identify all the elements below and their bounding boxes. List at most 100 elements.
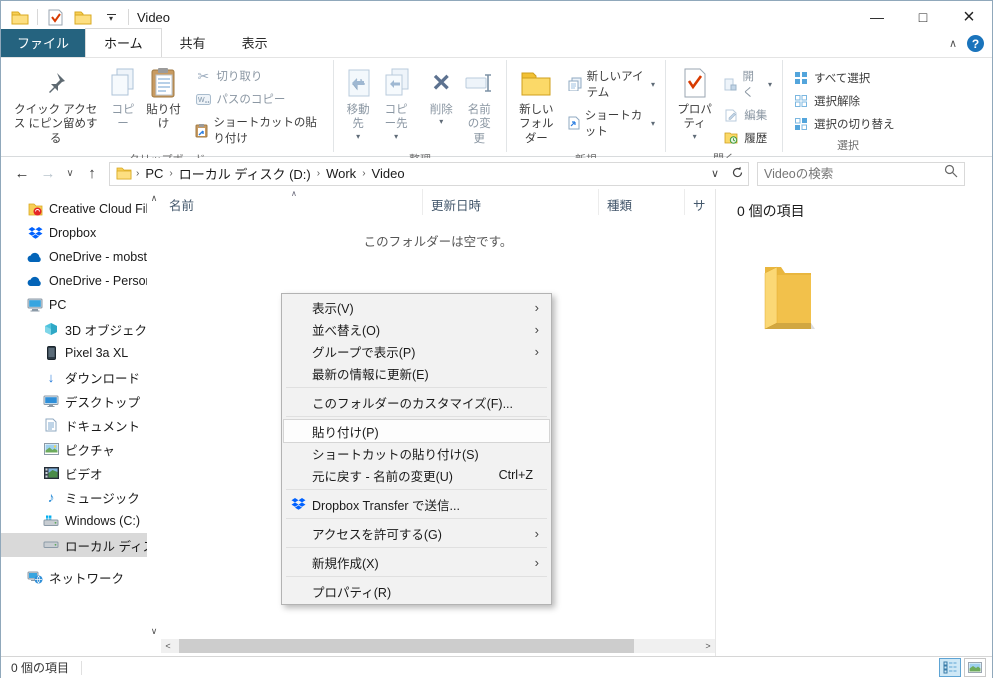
invert-selection-button[interactable]: 選択の切り替え xyxy=(789,114,899,134)
collapse-ribbon-button[interactable]: ∧ xyxy=(949,37,957,50)
menu-item-group-by[interactable]: グループで表示(P) › xyxy=(284,340,549,362)
menu-item-view[interactable]: 表示(V) › xyxy=(284,296,549,318)
breadcrumb-drive-d[interactable]: ローカル ディスク (D:) xyxy=(175,164,315,183)
column-size[interactable]: サ xyxy=(685,189,715,215)
tab-view[interactable]: 表示 xyxy=(224,29,286,57)
menu-item-paste[interactable]: 貼り付け(P) xyxy=(284,420,549,442)
scroll-up-icon[interactable]: ∧ xyxy=(147,191,161,205)
scroll-right-icon[interactable]: > xyxy=(701,641,715,651)
search-box[interactable] xyxy=(757,162,965,186)
edit-button[interactable]: 編集 xyxy=(719,105,776,125)
menu-item-refresh[interactable]: 最新の情報に更新(E) xyxy=(284,362,549,384)
menu-item-properties[interactable]: プロパティ(R) xyxy=(284,580,549,602)
large-icons-view-button[interactable] xyxy=(964,658,986,677)
search-input[interactable] xyxy=(764,167,944,181)
menu-item-sort-by[interactable]: 並べ替え(O) › xyxy=(284,318,549,340)
delete-button[interactable]: × 削除 ▾ xyxy=(424,62,458,129)
sidebar-item-music[interactable]: ♪ ミュージック xyxy=(1,485,147,509)
address-dropdown-button[interactable]: ∨ xyxy=(704,167,726,180)
preview-item-count: 0 個の項目 xyxy=(737,201,805,221)
sidebar-item-drive-c[interactable]: Windows (C:) xyxy=(1,509,147,533)
sidebar-item-desktop[interactable]: デスクトップ xyxy=(1,389,147,413)
sidebar-item-pictures[interactable]: ピクチャ xyxy=(1,437,147,461)
scrollbar-track[interactable] xyxy=(175,639,701,653)
recent-locations-dropdown[interactable]: ∨ xyxy=(61,168,79,179)
horizontal-scrollbar[interactable]: < > xyxy=(161,639,715,653)
column-type[interactable]: 種類 xyxy=(599,189,685,215)
new-shortcut-button[interactable]: ショートカット ▾ xyxy=(564,105,659,141)
sidebar-item-3d-objects[interactable]: 3D オブジェクト xyxy=(1,317,147,341)
copy-to-button[interactable]: コピー先 ▾ xyxy=(376,62,416,144)
sidebar-item-downloads[interactable]: ↓ ダウンロード xyxy=(1,365,147,389)
open-button[interactable]: 開く ▾ xyxy=(719,66,776,102)
history-button[interactable]: 履歴 xyxy=(719,128,776,148)
scroll-left-icon[interactable]: < xyxy=(161,641,175,651)
pin-to-quick-access-button[interactable]: クイック アクセス にピン留めする xyxy=(7,62,104,149)
menu-item-customize-folder[interactable]: このフォルダーのカスタマイズ(F)... xyxy=(284,391,549,413)
sidebar-item-creative-cloud[interactable]: Creative Cloud File xyxy=(1,197,147,221)
close-button[interactable]: × xyxy=(946,1,992,33)
menu-item-paste-shortcut[interactable]: ショートカットの貼り付け(S) xyxy=(284,442,549,464)
menu-item-new[interactable]: 新規作成(X) › xyxy=(284,551,549,573)
sidebar-scrollbar[interactable]: ∧ ∨ xyxy=(147,189,161,656)
sidebar-item-onedrive-personal[interactable]: OneDrive - Person xyxy=(1,269,147,293)
scrollbar-thumb[interactable] xyxy=(179,639,634,653)
menu-label: ショートカットの貼り付け(S) xyxy=(312,444,479,463)
tab-share[interactable]: 共有 xyxy=(162,29,224,57)
open-icon xyxy=(723,76,737,92)
sidebar-item-pc[interactable]: PC xyxy=(1,293,147,317)
sidebar-item-label: 3D オブジェクト xyxy=(65,320,147,339)
new-folder-button[interactable]: 新しいフォルダー xyxy=(513,62,560,149)
move-to-button[interactable]: 移動先 ▾ xyxy=(340,62,376,144)
sidebar-item-drive-d[interactable]: ローカル ディスク (D xyxy=(1,533,147,557)
menu-item-dropbox-transfer[interactable]: Dropbox Transfer で送信... xyxy=(284,493,549,515)
3d-cube-icon xyxy=(43,321,59,337)
menu-item-give-access[interactable]: アクセスを許可する(G) › xyxy=(284,522,549,544)
divider xyxy=(81,661,82,675)
tab-file[interactable]: ファイル xyxy=(1,29,85,57)
sidebar-item-onedrive-business[interactable]: OneDrive - mobst xyxy=(1,245,147,269)
details-view-button[interactable] xyxy=(939,658,961,677)
menu-label: 最新の情報に更新(E) xyxy=(312,364,429,383)
menu-label: このフォルダーのカスタマイズ(F)... xyxy=(312,393,513,412)
properties-button[interactable]: プロパティ ▾ xyxy=(672,62,717,144)
help-button[interactable]: ? xyxy=(967,35,984,52)
column-name[interactable]: ∧ 名前 xyxy=(161,189,423,215)
select-none-button[interactable]: 選択解除 xyxy=(789,91,899,111)
breadcrumb-pc[interactable]: PC xyxy=(141,166,167,181)
qat-properties-button[interactable] xyxy=(44,6,66,28)
qat-new-folder-button[interactable] xyxy=(72,6,94,28)
sidebar-item-dropbox[interactable]: Dropbox xyxy=(1,221,147,245)
sidebar-item-network[interactable]: ネットワーク xyxy=(1,565,147,589)
select-all-button[interactable]: すべて選択 xyxy=(789,68,899,88)
tab-home[interactable]: ホーム xyxy=(85,28,162,57)
paste-button[interactable]: 貼り付け xyxy=(142,62,186,135)
breadcrumb-work[interactable]: Work xyxy=(322,166,360,181)
qat-customize-dropdown[interactable]: ▾ xyxy=(100,6,122,28)
back-button[interactable]: ← xyxy=(9,165,35,182)
rename-button[interactable]: 名前の変更 xyxy=(458,62,500,149)
minimize-button[interactable]: — xyxy=(854,1,900,33)
cut-button[interactable]: ✂ 切り取り xyxy=(191,66,327,86)
up-button[interactable]: ↑ xyxy=(79,165,105,182)
copy-button[interactable]: コピー xyxy=(104,62,141,135)
menu-separator xyxy=(286,489,547,490)
maximize-button[interactable]: □ xyxy=(900,1,946,33)
copy-path-icon: W xyxy=(195,91,211,107)
menu-item-undo-rename[interactable]: 元に戻す - 名前の変更(U) Ctrl+Z xyxy=(284,464,549,486)
breadcrumb-video[interactable]: Video xyxy=(368,166,409,181)
sidebar-item-pixel-phone[interactable]: Pixel 3a XL xyxy=(1,341,147,365)
scroll-down-icon[interactable]: ∨ xyxy=(147,624,161,638)
chevron-down-icon: ▾ xyxy=(439,118,443,126)
address-bar[interactable]: › PC › ローカル ディスク (D:) › Work › Video ∨ xyxy=(109,162,749,186)
column-date-modified[interactable]: 更新日時 xyxy=(423,189,599,215)
chevron-right-icon: › xyxy=(362,168,365,179)
sidebar-item-documents[interactable]: ドキュメント xyxy=(1,413,147,437)
video-icon xyxy=(43,465,59,481)
new-item-button[interactable]: 新しいアイテム ▾ xyxy=(564,66,659,102)
sidebar-item-videos[interactable]: ビデオ xyxy=(1,461,147,485)
forward-button[interactable]: → xyxy=(35,165,61,182)
copy-path-button[interactable]: W パスのコピー xyxy=(191,89,327,109)
refresh-button[interactable] xyxy=(726,166,748,182)
paste-shortcut-button[interactable]: ショートカットの貼り付け xyxy=(191,112,327,148)
